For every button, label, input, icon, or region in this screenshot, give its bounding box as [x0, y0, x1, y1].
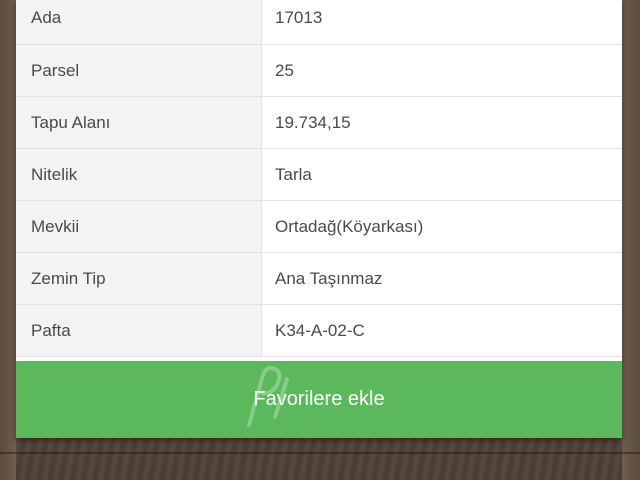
row-value: Ana Taşınmaz — [262, 253, 622, 304]
table-row-mevkii: Mevkii Ortadağ(Köyarkası) — [16, 201, 622, 253]
wood-background-right — [622, 0, 640, 480]
row-label: Nitelik — [16, 149, 262, 200]
row-label: Zemin Tip — [16, 253, 262, 304]
row-value: 25 — [262, 45, 622, 96]
wood-plank-divider — [0, 452, 640, 454]
table-row-parsel: Parsel 25 — [16, 45, 622, 97]
table-row-nitelik: Nitelik Tarla — [16, 149, 622, 201]
row-value: K34-A-02-C — [262, 305, 622, 356]
table-row-pafta: Pafta K34-A-02-C — [16, 305, 622, 357]
row-label: Tapu Alanı — [16, 97, 262, 148]
row-value: 17013 — [262, 0, 622, 44]
row-label: Parsel — [16, 45, 262, 96]
table-row-tapu-alani: Tapu Alanı 19.734,15 — [16, 97, 622, 149]
table-row-ada: Ada 17013 — [16, 0, 622, 45]
parcel-info-table: Ada 17013 Parsel 25 Tapu Alanı 19.734,15… — [16, 0, 622, 357]
row-value: 19.734,15 — [262, 97, 622, 148]
row-value: Ortadağ(Köyarkası) — [262, 201, 622, 252]
parcel-info-card: Ada 17013 Parsel 25 Tapu Alanı 19.734,15… — [16, 0, 622, 438]
row-value: Tarla — [262, 149, 622, 200]
row-label: Ada — [16, 0, 262, 44]
wood-background-left — [0, 0, 16, 480]
row-label: Mevkii — [16, 201, 262, 252]
table-row-zemin-tip: Zemin Tip Ana Taşınmaz — [16, 253, 622, 305]
add-to-favorites-button[interactable]: Favorilere ekle — [16, 361, 622, 438]
row-label: Pafta — [16, 305, 262, 356]
